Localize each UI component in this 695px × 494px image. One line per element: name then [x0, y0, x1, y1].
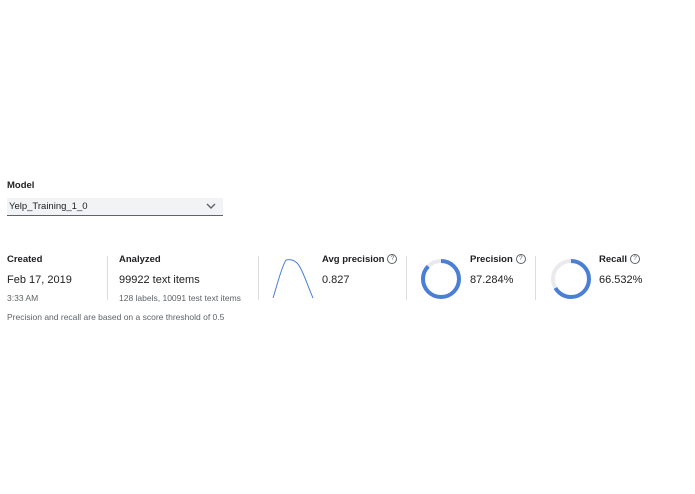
model-select-value: Yelp_Training_1_0 [9, 201, 88, 212]
model-label: Model [7, 180, 35, 191]
help-icon[interactable]: ? [630, 254, 640, 265]
divider [406, 256, 407, 300]
created-heading: Created [7, 254, 43, 265]
created-time: 3:33 AM [7, 293, 39, 303]
help-icon[interactable]: ? [387, 254, 398, 265]
divider [535, 256, 536, 300]
help-icon[interactable]: ? [515, 254, 526, 265]
chevron-down-icon [206, 203, 216, 209]
model-select[interactable]: Yelp_Training_1_0 [7, 198, 223, 216]
analyzed-items: 99922 text items [119, 274, 200, 286]
precision-donut-chart [421, 259, 461, 299]
divider [107, 256, 108, 300]
recall-heading: Recall [599, 254, 627, 265]
threshold-footnote: Precision and recall are based on a scor… [7, 312, 225, 322]
analyzed-heading: Analyzed [119, 254, 161, 265]
avg-precision-column: Avg precision? 0.827 [322, 254, 398, 286]
avg-precision-value: 0.827 [322, 274, 350, 286]
recall-donut-chart [551, 259, 591, 299]
created-date: Feb 17, 2019 [7, 274, 72, 286]
precision-value: 87.284% [470, 274, 514, 286]
precision-donut-arc [421, 259, 461, 299]
recall-value: 66.532% [599, 274, 643, 286]
analyzed-details: 128 labels, 10091 test text items [119, 293, 241, 303]
divider [258, 256, 259, 300]
created-column: Created Feb 17, 2019 3:33 AM [7, 254, 72, 303]
avg-precision-heading: Avg precision [322, 254, 385, 265]
recall-column: Recall? 66.532% [599, 254, 642, 286]
analyzed-column: Analyzed 99922 text items 128 labels, 10… [119, 254, 241, 303]
precision-column: Precision? 87.284% [470, 254, 526, 286]
precision-heading: Precision [470, 254, 513, 265]
precision-recall-curve [272, 259, 314, 299]
